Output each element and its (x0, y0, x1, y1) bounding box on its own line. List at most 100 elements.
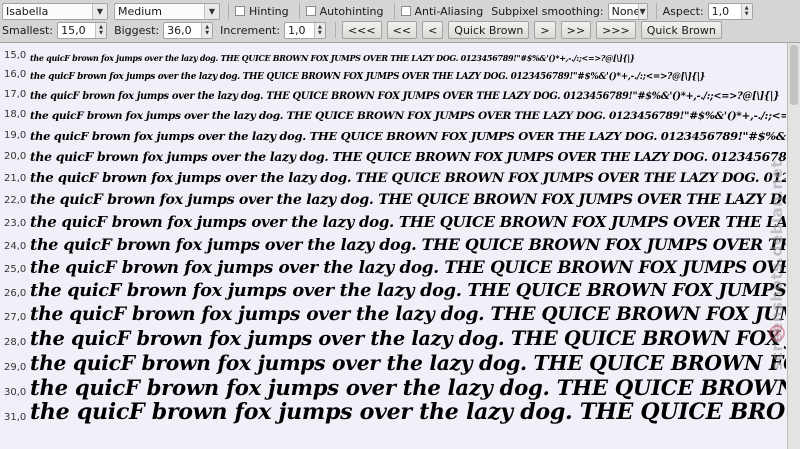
antialiasing-checkbox[interactable]: Anti-Aliasing (400, 4, 484, 18)
next-button[interactable]: > (534, 21, 556, 39)
sample-text: the quicF brown fox jumps over the lazy … (30, 377, 786, 400)
sample-row: 28,0 the quicF brown fox jumps over the l… (0, 327, 786, 352)
size-label: 22,0 (4, 195, 27, 206)
sample-text: the quicF brown fox jumps over the lazy … (30, 110, 786, 122)
sample-row: 25,0 the quicF brown fox jumps over the l… (0, 256, 786, 279)
size-label: 15,0 (4, 50, 27, 61)
sample-row: 26,0 the quicF brown fox jumps over the l… (0, 279, 786, 303)
vertical-scrollbar[interactable] (787, 43, 800, 449)
size-label: 16,0 (4, 69, 27, 80)
size-label: 20,0 (4, 151, 27, 162)
separator (655, 3, 657, 19)
aspect-label: Aspect: (662, 4, 704, 18)
sample-row: 27,0 the quicF brown fox jumps over the l… (0, 303, 786, 327)
font-family-combo[interactable]: Isabella ▼ (2, 2, 108, 20)
chevron-down-icon: ▼ (92, 3, 107, 19)
aspect-spinbox[interactable]: 1,0 ▲ ▼ (707, 2, 753, 20)
sample-text: the quicF brown fox jumps over the lazy … (30, 72, 706, 82)
separator (334, 22, 336, 38)
smallest-value: 15,0 (61, 23, 86, 37)
subpixel-value: None (611, 4, 641, 18)
checkbox-icon (400, 6, 411, 16)
aspect-value: 1,0 (711, 4, 730, 18)
sample-row: 24,0 the quicF brown fox jumps over the l… (0, 233, 786, 256)
sample-text: the quicF brown fox jumps over the lazy … (30, 129, 786, 143)
increment-spinbox[interactable]: 1,0 ▲ ▼ (283, 21, 326, 39)
sample-text: the quicF brown fox jumps over the lazy … (30, 327, 786, 350)
sample-row: 20,0 the quicF brown fox jumps over the l… (0, 145, 786, 166)
sample-text: the quicF brown fox jumps over the lazy … (30, 213, 786, 231)
toolbar-sizes: Smallest: 15,0 ▲ ▼ Biggest: 36,0 ▲ ▼ Incre… (0, 19, 800, 41)
subpixel-label: Subpixel smoothing: (491, 4, 604, 18)
size-label: 25,0 (4, 264, 27, 275)
increment-label: Increment: (220, 23, 280, 37)
prev-fast-button[interactable]: << (386, 21, 418, 39)
sample-row: 15,0 the quicF brown fox jumps over the l… (0, 46, 786, 65)
sample-text: the quicF brown fox jumps over the lazy … (30, 53, 635, 63)
spin-arrows-icon[interactable]: ▲ ▼ (313, 22, 325, 38)
size-label: 29,0 (4, 362, 27, 373)
sample-row: 16,0 the quicF brown fox jumps over the l… (0, 65, 786, 84)
biggest-spinbox[interactable]: 36,0 ▲ ▼ (163, 21, 214, 39)
biggest-value: 36,0 (167, 23, 192, 37)
smallest-label: Smallest: (2, 23, 54, 37)
sample-row: 21,0 the quicF brown fox jumps over the l… (0, 166, 786, 188)
autohinting-checkbox[interactable]: Autohinting (305, 5, 384, 18)
smallest-spinbox[interactable]: 15,0 ▲ ▼ (57, 21, 108, 39)
spin-arrows-icon[interactable]: ▲ ▼ (740, 3, 752, 19)
size-label: 30,0 (4, 387, 27, 398)
separator (393, 3, 395, 19)
checkbox-icon (235, 6, 245, 16)
size-label: 27,0 (4, 312, 27, 323)
sample-row: 30,0 the quicF brown fox jumps over the l… (0, 377, 786, 402)
font-style-combo[interactable]: Medium ▼ (114, 2, 220, 20)
hinting-label: Hinting (249, 4, 289, 18)
font-style-value: Medium (118, 4, 162, 18)
size-label: 24,0 (4, 241, 27, 252)
separator (298, 3, 300, 19)
sample-text: the quicF brown fox jumps over the lazy … (30, 149, 786, 164)
checkbox-icon (305, 6, 316, 16)
prev-button[interactable]: < (422, 21, 444, 39)
sample-row: 18,0 the quicF brown fox jumps over the l… (0, 104, 786, 124)
font-preview-area: 15,0 the quicF brown fox jumps over the l… (0, 42, 800, 449)
scrollbar-thumb[interactable] (790, 45, 798, 105)
spin-arrows-icon[interactable]: ▲ ▼ (201, 22, 213, 38)
sample-text: the quicF brown fox jumps over the lazy … (30, 257, 786, 277)
antialiasing-label: Anti-Aliasing (414, 4, 484, 18)
size-label: 31,0 (4, 412, 27, 423)
subpixel-combo[interactable]: None ▼ (607, 2, 648, 20)
quick-brown-all-button[interactable]: Quick Brown (640, 21, 722, 39)
font-family-value: Isabella (6, 4, 49, 18)
biggest-label: Biggest: (114, 23, 160, 37)
sample-row: 23,0 the quicF brown fox jumps over the l… (0, 210, 786, 233)
sample-text: the quicF brown fox jumps over the lazy … (30, 352, 786, 375)
chevron-down-icon: ▼ (637, 3, 647, 19)
sample-row: 19,0 the quicF brown fox jumps over the l… (0, 124, 786, 145)
sample-text: the quicF brown fox jumps over the lazy … (30, 280, 786, 301)
sample-text: the quicF brown fox jumps over the lazy … (30, 91, 780, 102)
sample-row: 22,0 the quicF brown fox jumps over the l… (0, 188, 786, 210)
sample-text: the quicF brown fox jumps over the lazy … (30, 304, 786, 325)
size-label: 18,0 (4, 109, 27, 120)
sample-text: the quicF brown fox jumps over the lazy … (30, 171, 786, 186)
next-fast-button[interactable]: >> (560, 21, 592, 39)
sample-row: 29,0 the quicF brown fox jumps over the l… (0, 352, 786, 377)
sample-text: the quicF brown fox jumps over the lazy … (30, 235, 786, 254)
hinting-checkbox[interactable]: Hinting (235, 5, 289, 18)
quick-brown-button[interactable]: Quick Brown (448, 21, 530, 39)
size-label: 23,0 (4, 218, 27, 229)
first-page-button[interactable]: <<< (341, 21, 382, 39)
size-label: 28,0 (4, 337, 27, 348)
size-label: 17,0 (4, 89, 27, 100)
chevron-down-icon: ▼ (204, 3, 219, 19)
spin-arrows-icon[interactable]: ▲ ▼ (95, 22, 107, 38)
separator (228, 3, 229, 19)
sample-row: 17,0 the quicF brown fox jumps over the l… (0, 84, 786, 104)
sample-text: the quicF brown fox jumps over the lazy … (30, 402, 786, 425)
size-label: 26,0 (4, 288, 27, 299)
last-page-button[interactable]: >>> (596, 21, 636, 39)
sample-row: 31,0 the quicF brown fox jumps over the l… (0, 402, 786, 427)
increment-value: 1,0 (287, 23, 306, 37)
size-label: 21,0 (4, 173, 27, 184)
